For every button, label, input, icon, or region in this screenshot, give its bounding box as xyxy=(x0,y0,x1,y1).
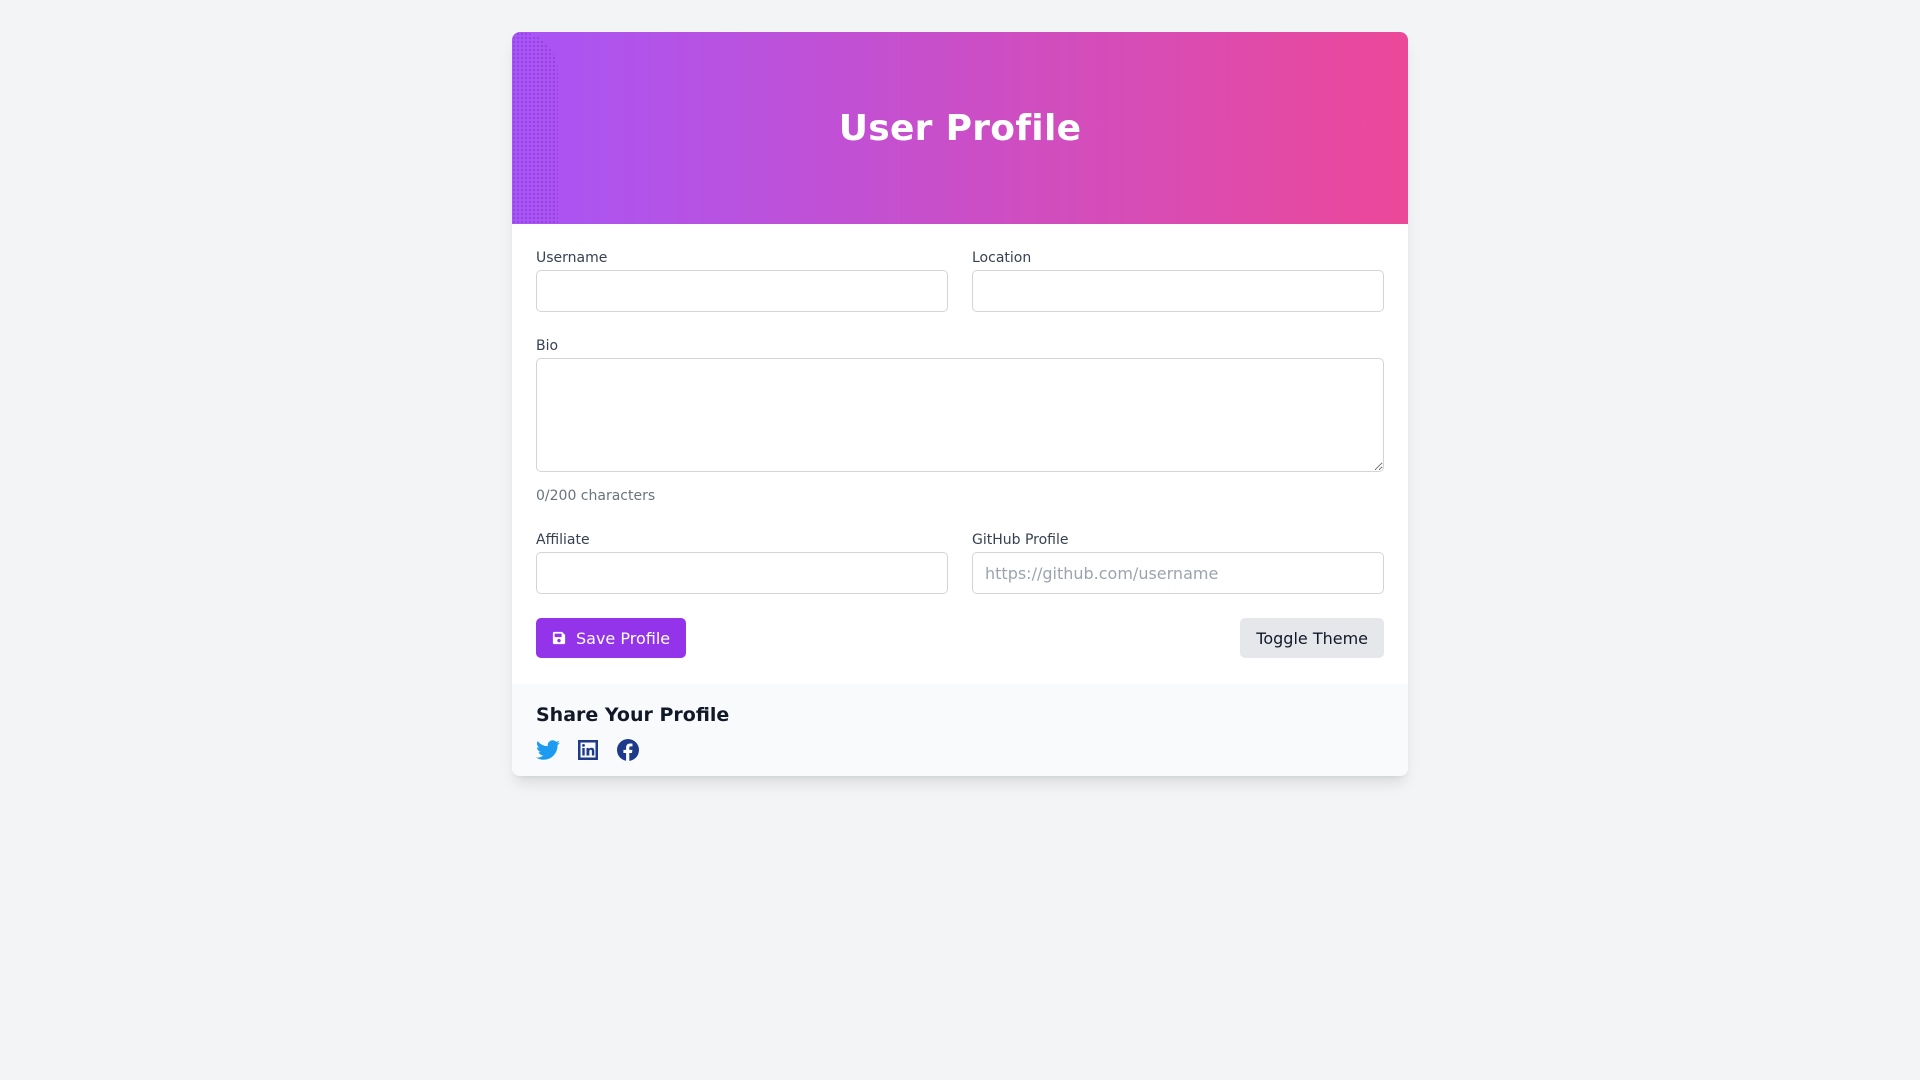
save-profile-label: Save Profile xyxy=(576,628,671,648)
bio-textarea[interactable] xyxy=(536,358,1384,472)
page-title: User Profile xyxy=(838,107,1082,149)
save-profile-button[interactable]: Save Profile xyxy=(536,618,687,658)
affiliate-label: Affiliate xyxy=(536,532,590,548)
username-label: Username xyxy=(536,250,608,266)
header-dot-pattern xyxy=(512,32,558,224)
username-input[interactable] xyxy=(536,270,948,312)
location-field-group: Location xyxy=(972,248,1384,312)
twitter-icon xyxy=(536,740,560,760)
profile-card: User Profile Username Location Bio 0/200… xyxy=(512,32,1408,776)
floppy-disk-icon xyxy=(552,631,566,645)
affiliate-field-group: Affiliate xyxy=(536,530,948,594)
github-field-group: GitHub Profile xyxy=(972,530,1384,594)
share-section: Share Your Profile xyxy=(512,684,1408,776)
form-row-1: Username Location xyxy=(536,248,1384,312)
linkedin-icon xyxy=(578,740,598,760)
affiliate-input[interactable] xyxy=(536,552,948,594)
profile-form: Username Location Bio 0/200 characters A… xyxy=(512,224,1408,658)
form-actions: Save Profile Toggle Theme xyxy=(536,618,1384,658)
form-row-2: Affiliate GitHub Profile xyxy=(536,530,1384,594)
location-label: Location xyxy=(972,250,1032,266)
bio-label: Bio xyxy=(536,338,559,354)
location-input[interactable] xyxy=(972,270,1384,312)
facebook-share-link[interactable] xyxy=(616,738,640,762)
profile-header: User Profile xyxy=(512,32,1408,224)
social-links xyxy=(536,738,1384,762)
linkedin-share-link[interactable] xyxy=(576,738,600,762)
twitter-share-link[interactable] xyxy=(536,738,560,762)
github-input[interactable] xyxy=(972,552,1384,594)
share-title: Share Your Profile xyxy=(536,704,730,726)
bio-field-group: Bio 0/200 characters xyxy=(536,336,1384,506)
github-label: GitHub Profile xyxy=(972,532,1069,548)
bio-character-counter: 0/200 characters xyxy=(536,488,656,504)
facebook-icon xyxy=(617,739,639,761)
toggle-theme-button[interactable]: Toggle Theme xyxy=(1240,618,1384,658)
username-field-group: Username xyxy=(536,248,948,312)
